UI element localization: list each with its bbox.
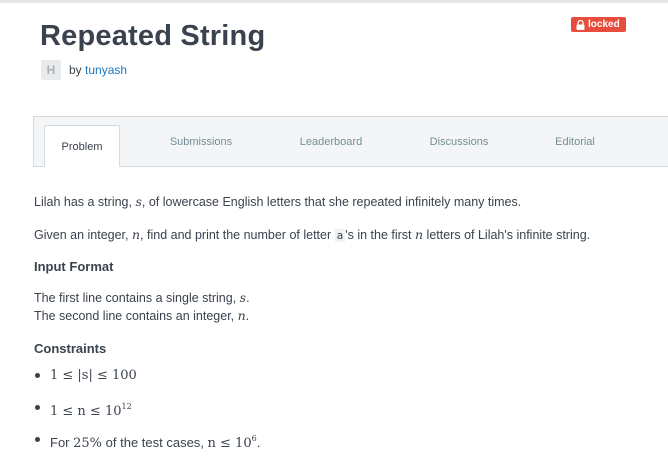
problem-intro: Lilah has a string, s, of lowercase Engl… [34, 193, 521, 211]
task-text-2: , find and print the number of letter [140, 228, 335, 242]
tab-problem[interactable]: Problem [44, 125, 120, 167]
constraint-3-end: . [256, 435, 261, 450]
input-var-n: n [237, 308, 246, 323]
list-item: 1 ≤ n ≤ 1012 [34, 397, 260, 429]
input-line2-end: . [245, 309, 250, 323]
code-a: a [334, 229, 346, 242]
intro-text-1: Lilah has a string, [34, 195, 136, 209]
input-line2-text: The second line contains an integer, [34, 309, 238, 323]
input-line1-text: The first line contains a single string, [34, 291, 240, 305]
constraint-2-exponent: 12 [121, 402, 132, 411]
list-item: For 25% of the test cases, n ≤ 106. [34, 429, 260, 461]
constraint-2: 1 ≤ n ≤ 10 [50, 404, 122, 419]
constraints-heading: Constraints [34, 341, 107, 356]
constraint-3-percent: 25% [73, 436, 103, 451]
author-prefix: by [69, 63, 82, 77]
input-line1-end: . [246, 291, 250, 305]
var-n-2: n [415, 227, 424, 242]
constraint-1: 1 ≤ |s| ≤ 100 [50, 368, 137, 383]
author-line: H by tunyash [41, 60, 127, 80]
locked-badge-label: locked [588, 19, 620, 30]
locked-status-badge: locked [571, 17, 626, 32]
intro-text-2: , of lowercase English letters that she … [141, 195, 522, 209]
problem-task: Given an integer, n, find and print the … [34, 226, 590, 245]
constraint-3-math: n ≤ 10 [207, 436, 252, 451]
var-n: n [131, 227, 141, 242]
input-format-text: The first line contains a single string,… [34, 289, 250, 325]
task-text-3: 's in the first [345, 228, 416, 242]
top-border [0, 0, 668, 3]
avatar[interactable]: H [41, 60, 61, 80]
page-title: Repeated String [40, 20, 266, 52]
lock-icon [576, 19, 585, 30]
tab-discussions[interactable]: Discussions [412, 117, 506, 166]
constraint-3-text-1: For [50, 435, 74, 450]
task-text-1: Given an integer, [34, 228, 132, 242]
author-link[interactable]: tunyash [85, 63, 127, 77]
input-format-heading: Input Format [34, 259, 114, 274]
constraint-3-text-2: of the test cases, [102, 435, 208, 450]
task-text-4: letters of Lilah's infinite string. [423, 228, 591, 242]
list-item: 1 ≤ |s| ≤ 100 [34, 365, 260, 397]
tab-submissions[interactable]: Submissions [154, 117, 248, 166]
constraints-list: 1 ≤ |s| ≤ 100 1 ≤ n ≤ 1012 For 25% of th… [34, 365, 260, 461]
tab-editorial[interactable]: Editorial [528, 117, 622, 166]
tab-bar: Problem Submissions Leaderboard Discussi… [33, 116, 668, 167]
tab-leaderboard[interactable]: Leaderboard [284, 117, 378, 166]
